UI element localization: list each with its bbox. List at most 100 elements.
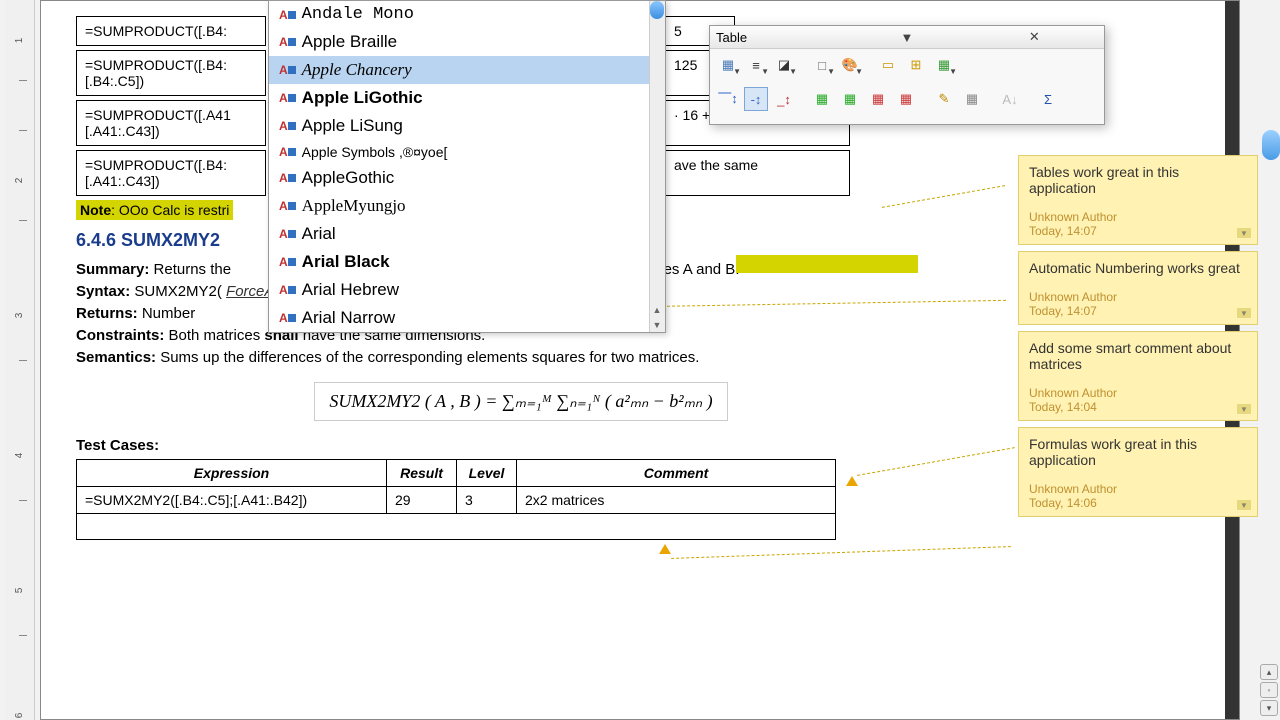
comment-meta: Unknown AuthorToday, 14:04 [1029,386,1247,414]
font-type-icon: A [279,145,296,159]
delete-row-icon: ▦ [872,91,884,107]
font-option[interactable]: AAndale Mono [269,1,665,28]
merge-button[interactable]: ▭ [876,53,900,77]
font-option[interactable]: AApple LiGothic [269,84,665,112]
font-type-icon: A [279,63,296,77]
sum-button[interactable]: Σ [1036,87,1060,111]
result-cell[interactable]: ave the same [665,150,850,196]
line-style-icon: ≡ [752,58,760,73]
comment-meta: Unknown AuthorToday, 14:07 [1029,290,1247,318]
table-icon-button[interactable]: ▦▼ [716,53,740,77]
valign-mid-icon: -↕ [751,92,762,107]
comment-text: Formulas work great in this application [1029,436,1247,468]
test-cases-table[interactable]: Expression Result Level Comment =SUMX2MY… [76,459,836,540]
toolbar-options-icon[interactable]: ▼ [843,29,970,45]
bg-none-button[interactable]: □▼ [810,53,834,77]
scroll-nav-buttons[interactable]: ▴ ◦ ▾ [1260,664,1280,716]
comment-anchor-icon[interactable] [659,544,671,554]
vertical-ruler: 1 2 3 4 5 6 [5,0,35,720]
valign-mid-button[interactable]: -↕ [744,87,768,111]
delete-col-button[interactable]: ▦ [894,87,918,111]
comment-menu-icon[interactable]: ▼ [1237,228,1251,238]
font-type-icon: A [279,227,296,241]
bg-none-icon: □ [818,58,826,73]
comment-text: Tables work great in this application [1029,164,1247,196]
valign-top-button[interactable]: ⎺↕ [716,87,740,111]
font-type-icon: A [279,283,296,297]
comment-menu-icon[interactable]: ▼ [1237,404,1251,414]
scroll-target-icon[interactable]: ◦ [1260,682,1278,698]
font-option[interactable]: AArial [269,220,665,248]
bg-color-button[interactable]: 🎨▼ [838,53,862,77]
close-icon[interactable]: ✕ [971,29,1098,45]
table-row[interactable]: =SUMX2MY2([.B4:.C5];[.A41:.B42]) 29 3 2x… [77,487,836,514]
optimize-button[interactable]: ▦▼ [932,53,956,77]
props-button[interactable]: ▦ [960,87,984,111]
font-option[interactable]: AArial Black [269,248,665,276]
toolbar-title: Table [716,30,843,45]
font-option[interactable]: AApple Braille [269,28,665,56]
props-icon: ▦ [966,91,978,107]
merge-icon: ▭ [882,57,894,73]
font-option[interactable]: AArial Narrow [269,304,665,332]
scroll-down-icon[interactable]: ▾ [1260,700,1278,716]
font-type-icon: A [279,91,296,105]
font-dropdown[interactable]: ▲▼ AAndale MonoAApple BrailleAApple Chan… [268,0,666,333]
sort-button[interactable]: A↓ [998,87,1022,111]
testcases-label: Test Cases: [76,437,966,454]
font-option[interactable]: AAppleMyungjo [269,192,665,220]
border-color-button[interactable]: ◪▼ [772,53,796,77]
scrollbar-arrows[interactable]: ▲▼ [649,302,665,332]
sum-icon: Σ [1044,92,1052,107]
font-type-icon: A [279,199,296,213]
font-option[interactable]: AApple Chancery [269,56,665,84]
comment-note[interactable]: Tables work great in this application Unk… [1018,155,1258,245]
comment-meta: Unknown AuthorToday, 14:06 [1029,482,1247,510]
delete-col-icon: ▦ [900,91,912,107]
comments-panel: Tables work great in this application Unk… [1018,155,1258,517]
formula-cell[interactable]: =SUMPRODUCT([.A41 [.A41:.C43]) [76,100,266,146]
font-option[interactable]: AAppleGothic [269,164,665,192]
semantics-line: Semantics: Sums up the differences of th… [76,349,966,366]
comment-menu-icon[interactable]: ▼ [1237,308,1251,318]
font-type-icon: A [279,119,296,133]
formula-cell[interactable]: =SUMPRODUCT([.B4: [76,16,266,46]
autoformat-button[interactable]: ✎ [932,87,956,111]
font-type-icon: A [279,311,296,325]
comment-note[interactable]: Formulas work great in this application U… [1018,427,1258,517]
comment-note[interactable]: Add some smart comment about matricesUnk… [1018,331,1258,421]
table-toolbar[interactable]: Table ▼ ✕ ▦▼≡▼◪▼□▼🎨▼▭⊞▦▼⎺↕-↕_↕▦▦▦▦✎▦A↓Σ [709,25,1105,125]
insert-row-icon: ▦ [816,91,828,107]
font-type-icon: A [279,171,296,185]
font-option[interactable]: AApple LiSung [269,112,665,140]
insert-col-button[interactable]: ▦ [838,87,862,111]
valign-bot-button[interactable]: _↕ [772,87,796,111]
split-button[interactable]: ⊞ [904,53,928,77]
note-highlight: Note: OOo Calc is restri [76,200,233,220]
vertical-scrollbar-thumb[interactable] [1262,130,1280,160]
comment-text: Automatic Numbering works great [1029,260,1247,276]
comment-note[interactable]: Automatic Numbering works great Unknown A… [1018,251,1258,325]
comment-anchor-icon[interactable] [846,476,858,486]
table-row[interactable] [77,514,836,540]
valign-bot-icon: _↕ [777,92,791,107]
formula-cell[interactable]: =SUMPRODUCT([.B4: [.B4:.C5]) [76,50,266,96]
comment-meta: Unknown AuthorToday, 14:07 [1029,210,1247,238]
formula-display: SUMX2MY2 ( A , B ) = ∑ₘ₌₁ᴹ ∑ₙ₌₁ᴺ ( a²ₘₙ … [314,382,727,421]
font-option[interactable]: AArial Hebrew [269,276,665,304]
scroll-up-icon[interactable]: ▴ [1260,664,1278,680]
line-style-button[interactable]: ≡▼ [744,53,768,77]
toolbar-titlebar[interactable]: Table ▼ ✕ [710,26,1104,49]
delete-row-button[interactable]: ▦ [866,87,890,111]
font-option[interactable]: AApple Symbols ,®¤yoe[ [269,140,665,164]
insert-row-button[interactable]: ▦ [810,87,834,111]
font-type-icon: A [279,255,296,269]
font-type-icon: A [279,35,296,49]
dropdown-scrollbar[interactable]: ▲▼ [649,1,665,332]
table-header-row: Expression Result Level Comment [77,460,836,487]
formula-cell[interactable]: =SUMPRODUCT([.B4: [.A41:.C43]) [76,150,266,196]
insert-col-icon: ▦ [844,91,856,107]
comment-menu-icon[interactable]: ▼ [1237,500,1251,510]
sort-icon: A↓ [1002,92,1017,107]
scrollbar-thumb[interactable] [650,1,664,19]
